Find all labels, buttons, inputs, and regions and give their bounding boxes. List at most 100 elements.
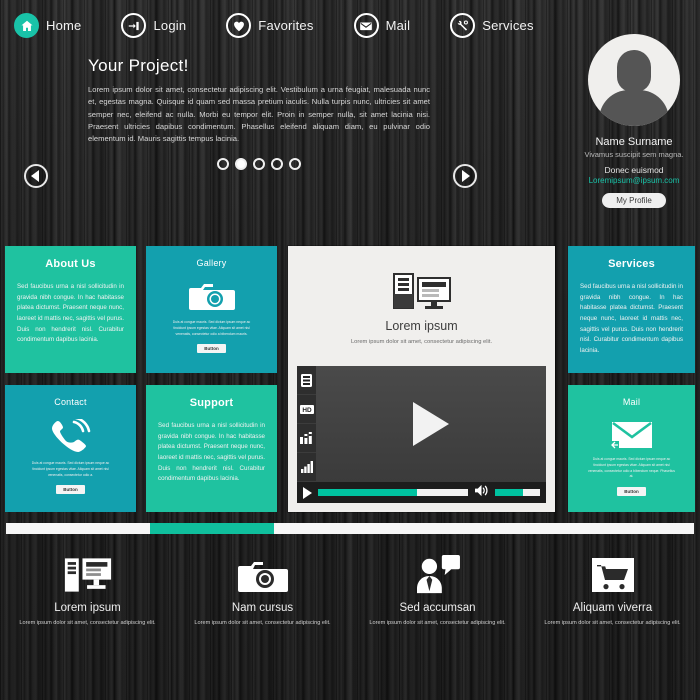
card-title-services: Services xyxy=(608,258,655,270)
volume-slider[interactable] xyxy=(495,489,540,496)
signal-bars-icon[interactable] xyxy=(297,453,316,482)
camera-icon xyxy=(158,280,265,312)
desktop-computer-icon xyxy=(18,552,157,598)
progress-bar-fill xyxy=(150,523,275,534)
heart-icon xyxy=(226,13,252,38)
media-panel: Lorem ipsum Lorem ipsum dolor sit amet, … xyxy=(288,246,555,512)
nav-label-mail: Mail xyxy=(385,18,411,33)
person-chat-icon xyxy=(368,552,507,598)
card-text-mail: Duis at congue mauris. Sed dictum ipsum … xyxy=(588,457,675,479)
play-icon xyxy=(413,402,449,446)
carousel-dot[interactable] xyxy=(271,158,283,171)
playlist-icon[interactable] xyxy=(297,366,316,395)
camera-icon xyxy=(193,552,332,598)
phone-ringing-icon xyxy=(17,419,124,453)
gallery-button[interactable]: Button xyxy=(197,344,226,354)
feature-title: Nam cursus xyxy=(231,602,294,614)
feature-item-lorem-ipsum[interactable]: Lorem ipsum Lorem ipsum dolor sit amet, … xyxy=(0,552,175,628)
nav-item-login[interactable]: Login xyxy=(121,13,186,38)
video-controls xyxy=(297,482,546,503)
feature-text: Lorem ipsum dolor sit amet, consectetur … xyxy=(369,620,506,626)
panel-subtext: Lorem ipsum dolor sit amet, consectetur … xyxy=(350,339,493,345)
card-support[interactable]: Support Sed faucibus urna a nisl sollici… xyxy=(146,385,277,512)
login-icon xyxy=(121,13,147,38)
profile-email-link[interactable]: Loremipsum@ipsum.com xyxy=(575,176,693,185)
user-avatar-icon xyxy=(588,34,680,126)
chevron-right-icon xyxy=(462,170,470,182)
avatar-body xyxy=(599,90,669,126)
equalizer-icon[interactable] xyxy=(297,424,316,453)
wrench-icon xyxy=(450,13,476,38)
card-title-mail: Mail xyxy=(622,397,641,407)
chevron-left-icon xyxy=(31,170,39,182)
card-mail[interactable]: Mail Duis at congue mauris. Sed dictum i… xyxy=(568,385,695,512)
avatar-head xyxy=(617,50,651,92)
feature-title: Sed accumsan xyxy=(399,602,476,614)
cards-grid: About Us Sed faucibus urna a nisl sollic… xyxy=(0,246,700,518)
hd-icon[interactable]: HD xyxy=(297,395,316,424)
carousel-dot-active[interactable] xyxy=(235,158,247,171)
nav-label-favorites: Favorites xyxy=(258,18,314,33)
profile-widget: Name Surname Vivamus suscipit sem magna.… xyxy=(575,34,693,208)
page-root: Home Login Favorites Mail Services Your … xyxy=(0,0,700,700)
feature-text: Lorem ipsum dolor sit amet, consectetur … xyxy=(194,620,331,626)
card-text-support: Sed faucibus urna a nisl sollicitudin in… xyxy=(158,422,265,483)
nav-label-services: Services xyxy=(482,18,534,33)
shopping-cart-icon xyxy=(543,552,682,598)
nav-label-home: Home xyxy=(46,18,82,33)
my-profile-button[interactable]: My Profile xyxy=(602,193,666,208)
card-text-about-us: Sed faucibus urna a nisl sollicitudin in… xyxy=(17,283,124,344)
envelope-icon xyxy=(353,13,379,38)
feature-list: Lorem ipsum Lorem ipsum dolor sit amet, … xyxy=(0,552,700,628)
main-navigation: Home Login Favorites Mail Services xyxy=(0,0,700,38)
nav-label-login: Login xyxy=(153,18,187,33)
hero-content: Your Project! Lorem ipsum dolor sit amet… xyxy=(88,56,430,145)
profile-tagline: Vivamus suscipit sem magna. xyxy=(584,150,684,159)
mail-button[interactable]: Button xyxy=(617,487,646,497)
hero-text: Lorem ipsum dolor sit amet, consectetur … xyxy=(88,85,430,144)
video-progress-fill xyxy=(318,489,417,496)
profile-label: Donec euismod xyxy=(604,165,664,175)
volume-fill xyxy=(495,489,523,496)
nav-item-favorites[interactable]: Favorites xyxy=(226,13,313,38)
card-gallery[interactable]: Gallery Duis at congue mauris. Sed dictu… xyxy=(146,246,277,373)
video-player-main: HD xyxy=(297,366,546,482)
hero-title: Your Project! xyxy=(88,56,189,75)
card-about-us[interactable]: About Us Sed faucibus urna a nisl sollic… xyxy=(5,246,136,373)
feature-item-nam-cursus[interactable]: Nam cursus Lorem ipsum dolor sit amet, c… xyxy=(175,552,350,628)
envelope-icon xyxy=(580,419,683,449)
card-title-about-us: About Us xyxy=(45,258,96,270)
feature-title: Lorem ipsum xyxy=(54,602,121,614)
card-text-services: Sed faucibus urna a nisl sollicitudin in… xyxy=(580,283,683,354)
carousel-dot[interactable] xyxy=(253,158,265,171)
card-text-contact: Duis at congue mauris. Sed dictum ipsum … xyxy=(31,461,110,477)
card-title-contact: Contact xyxy=(54,397,87,407)
contact-button[interactable]: Button xyxy=(56,485,85,495)
panel-heading: Lorem ipsum xyxy=(385,319,458,333)
card-services[interactable]: Services Sed faucibus urna a nisl sollic… xyxy=(568,246,695,373)
nav-item-mail[interactable]: Mail xyxy=(353,13,411,38)
carousel-dots xyxy=(88,158,430,171)
play-button[interactable] xyxy=(303,486,312,499)
volume-icon[interactable] xyxy=(474,484,489,502)
feature-item-aliquam-viverra[interactable]: Aliquam viverra Lorem ipsum dolor sit am… xyxy=(525,552,700,628)
nav-item-services[interactable]: Services xyxy=(450,13,533,38)
video-progress-slider[interactable] xyxy=(318,489,468,496)
video-stage[interactable] xyxy=(316,366,546,482)
card-text-gallery: Duis at congue mauris. Sed dictum ipsum … xyxy=(172,320,251,336)
nav-item-home[interactable]: Home xyxy=(14,13,81,38)
feature-text: Lorem ipsum dolor sit amet, consectetur … xyxy=(19,620,156,626)
card-contact[interactable]: Contact Duis at congue mauris. Sed dictu… xyxy=(5,385,136,512)
carousel-dot[interactable] xyxy=(289,158,301,171)
carousel-prev-button[interactable] xyxy=(24,164,48,188)
video-player-sidebar: HD xyxy=(297,366,316,482)
carousel-next-button[interactable] xyxy=(453,164,477,188)
profile-name: Name Surname xyxy=(595,136,673,148)
feature-item-sed-accumsan[interactable]: Sed accumsan Lorem ipsum dolor sit amet,… xyxy=(350,552,525,628)
feature-text: Lorem ipsum dolor sit amet, consectetur … xyxy=(544,620,681,626)
feature-title: Aliquam viverra xyxy=(572,602,653,614)
video-player: HD xyxy=(297,366,546,503)
carousel-dot[interactable] xyxy=(217,158,229,171)
progress-bar[interactable] xyxy=(6,523,694,534)
card-title-support: Support xyxy=(189,397,234,409)
